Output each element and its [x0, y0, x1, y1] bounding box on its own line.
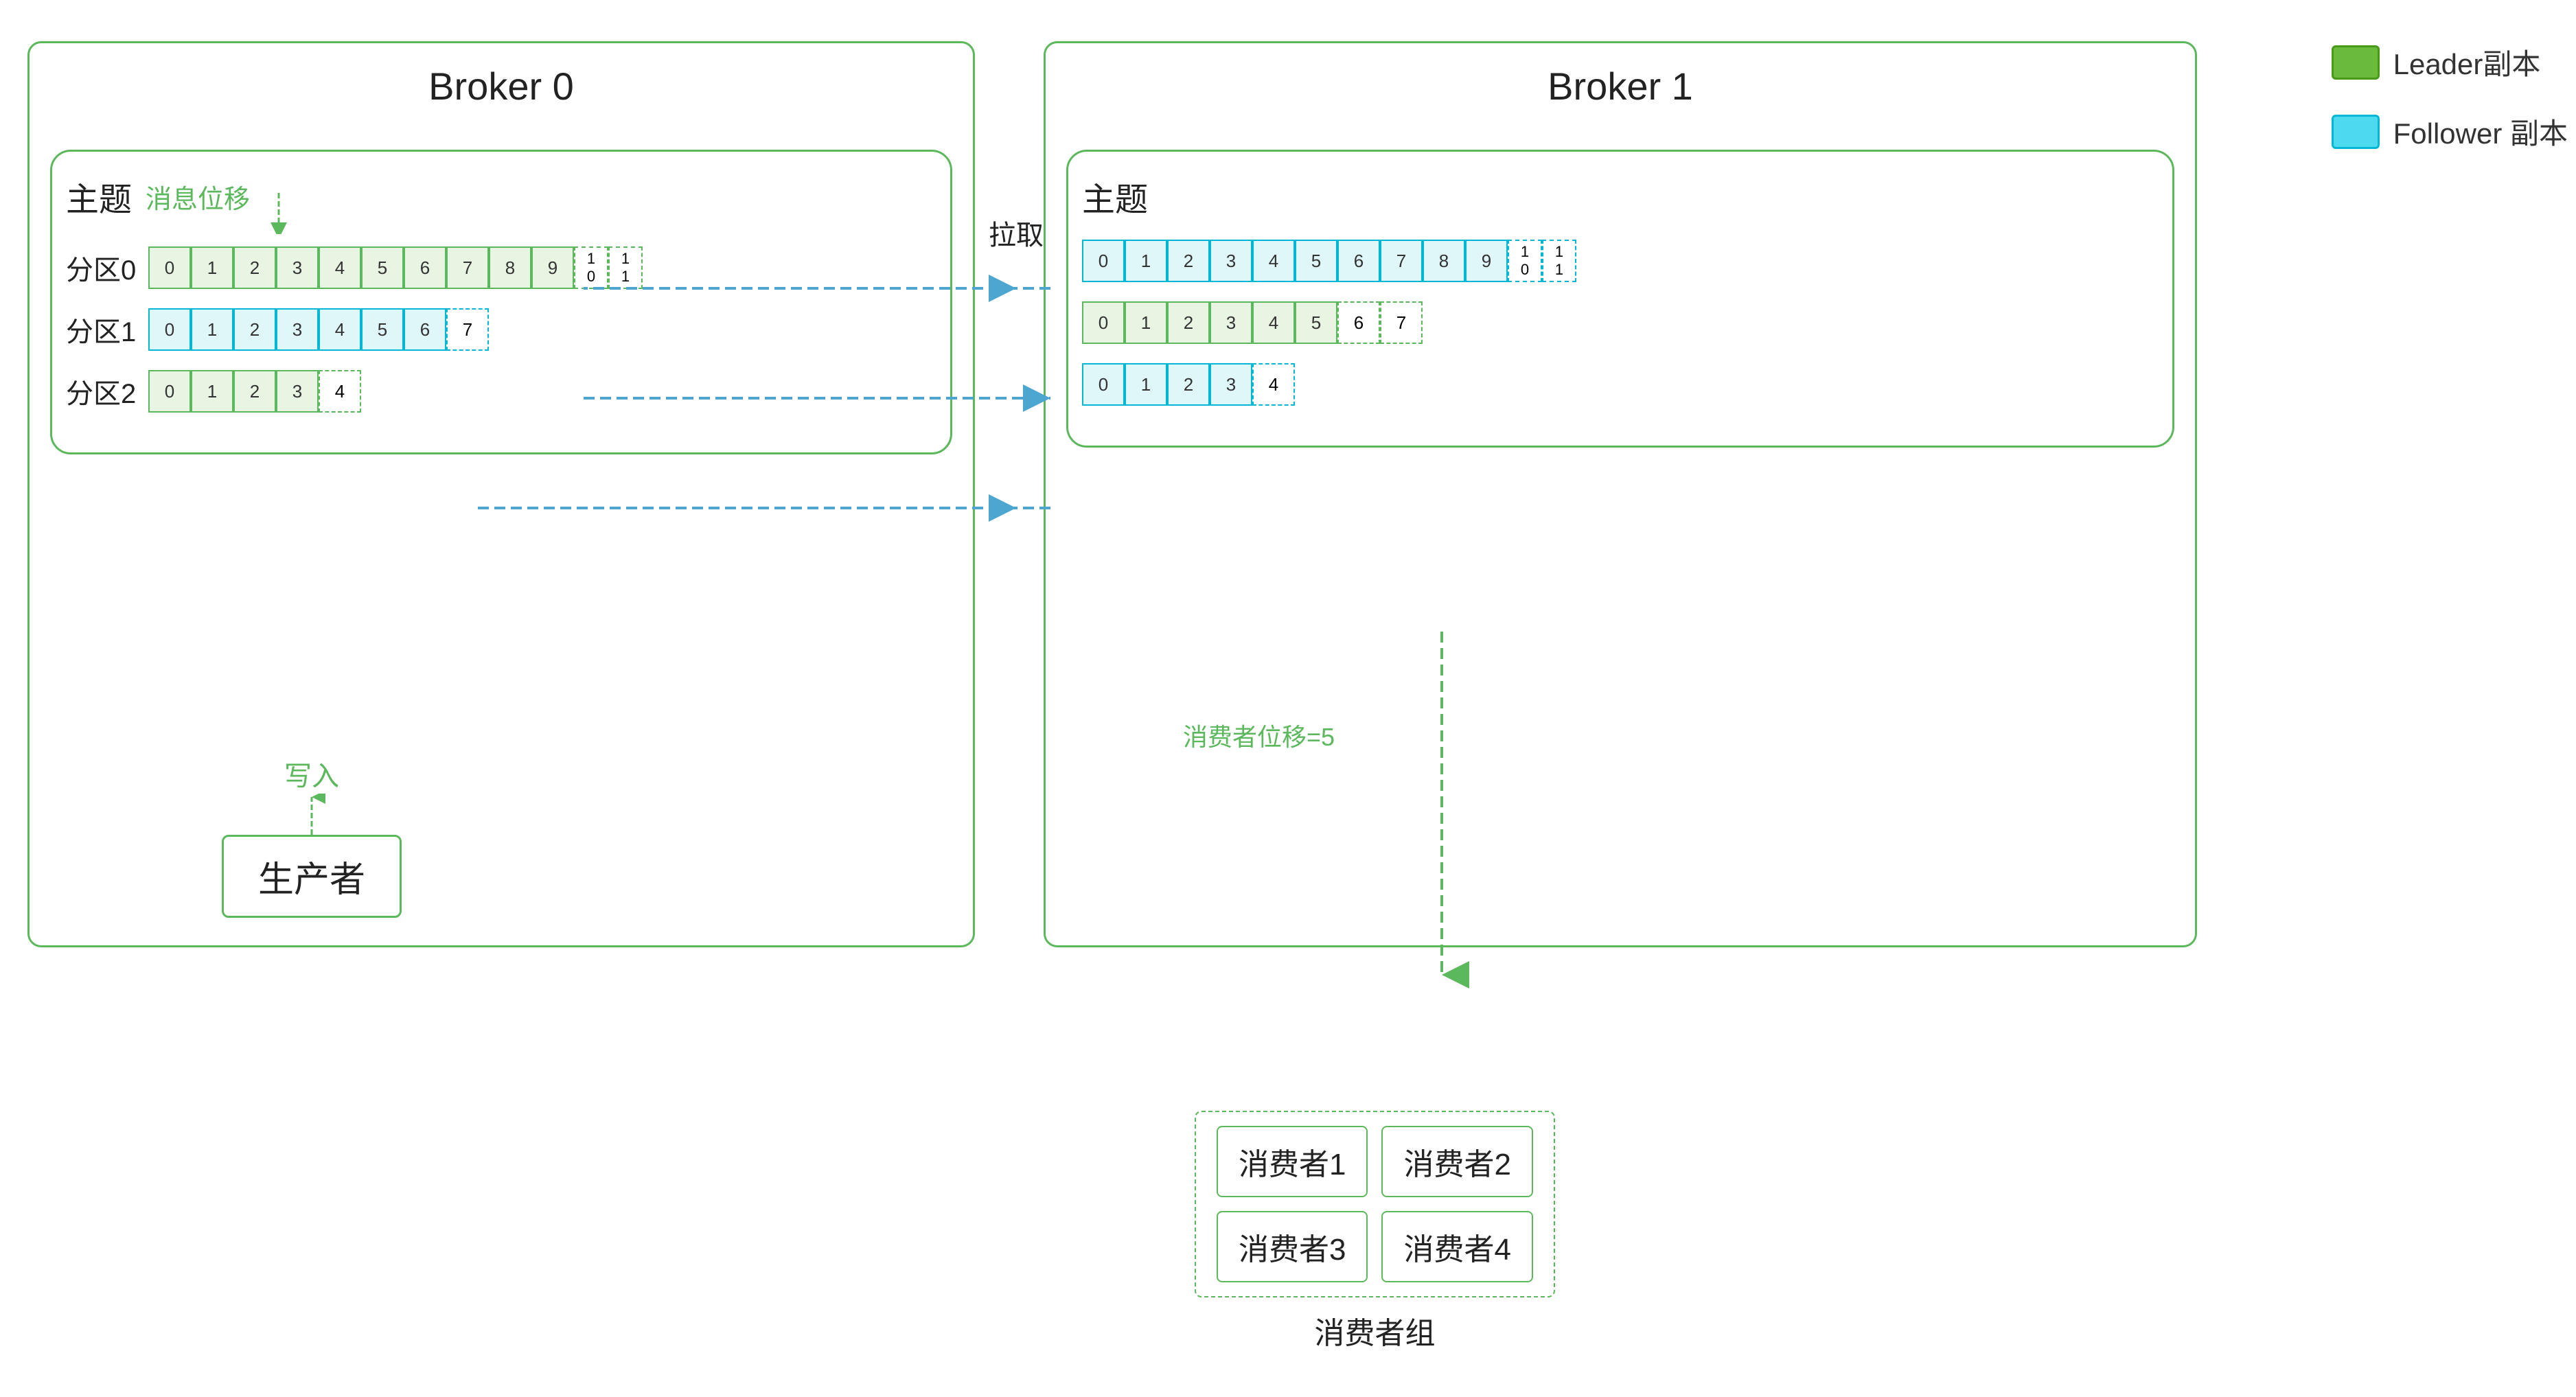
partition-0-row: 分区0 0123456789 10 11: [66, 246, 936, 289]
legend-leader-label: Leader副本: [2393, 41, 2541, 83]
write-arrow: [298, 794, 325, 835]
producer-box: 生产者: [222, 835, 402, 918]
consumer-1: 消费者1: [1217, 1126, 1368, 1197]
broker1-partition-2-row: 0123 4: [1082, 363, 2159, 406]
partition-1-label: 分区1: [66, 310, 148, 349]
broker-0-offset-label: 消息位移: [146, 178, 250, 216]
consumer-3: 消费者3: [1217, 1211, 1368, 1282]
pull-label: 拉取: [989, 213, 1044, 253]
broker-1-topic: 主题 0123456789 10 11 012345 6 7: [1066, 150, 2174, 448]
partition-0-label: 分区0: [66, 248, 148, 288]
main-container: Leader副本 Follower 副本 Broker 0 主题 消息位移: [27, 27, 2568, 1373]
write-area: 写入 生产者: [222, 754, 402, 918]
consumer-area: 消费者1 消费者2 消费者3 消费者4 消费者组: [1195, 1111, 1555, 1352]
partition-2-cells: 0123 4: [148, 370, 361, 413]
broker1-partition-1-row: 012345 6 7: [1082, 301, 2159, 344]
consumer-group-box: 消费者1 消费者2 消费者3 消费者4: [1195, 1111, 1555, 1297]
partition-0-cells: 0123456789 10 11: [148, 246, 643, 289]
broker1-partition-1-cells: 012345 6 7: [1082, 301, 1423, 344]
broker-1: Broker 1 主题 0123456789 10 11 012345 6 7: [1044, 41, 2197, 947]
broker-0: Broker 0 主题 消息位移 分区0 0123456789: [27, 41, 975, 947]
broker1-partition-0-cells: 0123456789 10 11: [1082, 240, 1576, 282]
broker1-partition-2-cells: 0123 4: [1082, 363, 1295, 406]
partition-1-cells: 0123456 7: [148, 308, 489, 351]
consumer-grid: 消费者1 消费者2 消费者3 消费者4: [1217, 1126, 1533, 1282]
consumer-offset-label: 消费者位移=5: [1183, 717, 1335, 753]
consumer-group-label: 消费者组: [1195, 1308, 1555, 1352]
consumer-4: 消费者4: [1381, 1211, 1532, 1282]
broker-0-topic: 主题 消息位移 分区0 0123456789 10 11: [50, 150, 952, 454]
legend: Leader副本 Follower 副本: [2332, 41, 2568, 152]
broker-0-topic-label: 主题: [66, 172, 132, 220]
broker-1-title: Broker 1: [1066, 64, 2174, 108]
legend-follower-icon: [2332, 115, 2380, 149]
write-label: 写入: [284, 754, 339, 794]
legend-leader-icon: [2332, 45, 2380, 80]
broker-0-title: Broker 0: [50, 64, 952, 108]
broker-1-topic-label: 主题: [1082, 182, 1148, 218]
partition-1-row: 分区1 0123456 7: [66, 308, 936, 351]
consumer-2: 消费者2: [1381, 1126, 1532, 1197]
legend-leader: Leader副本: [2332, 41, 2568, 83]
offset-arrow: [265, 193, 292, 234]
legend-follower-label: Follower 副本: [2393, 111, 2568, 152]
legend-follower: Follower 副本: [2332, 111, 2568, 152]
broker1-partition-0-row: 0123456789 10 11: [1082, 240, 2159, 282]
partition-2-row: 分区2 0123 4: [66, 370, 936, 413]
partition-2-label: 分区2: [66, 371, 148, 411]
